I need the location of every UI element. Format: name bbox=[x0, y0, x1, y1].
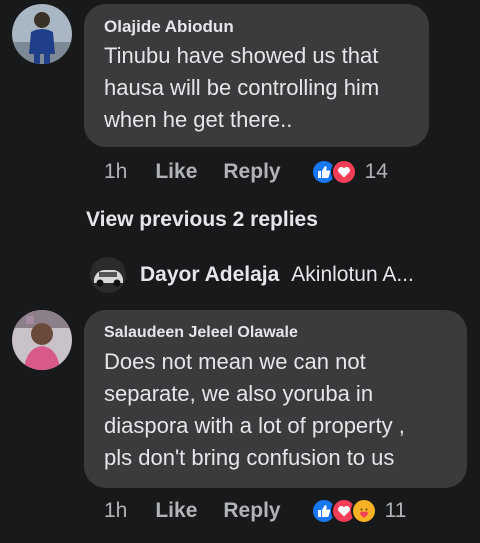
comment-timestamp[interactable]: 1h bbox=[104, 499, 127, 523]
reaction-summary[interactable] bbox=[310, 498, 377, 524]
commenter-avatar[interactable] bbox=[12, 310, 72, 370]
comment-timestamp[interactable]: 1h bbox=[104, 160, 127, 184]
comment-thread: Olajide Abiodun Tinubu have showed us th… bbox=[0, 0, 480, 543]
commenter-avatar[interactable] bbox=[12, 4, 72, 64]
reply-button[interactable]: Reply bbox=[223, 160, 280, 184]
comment-author[interactable]: Salaudeen Jeleel Olawale bbox=[104, 322, 449, 344]
reaction-count[interactable]: 14 bbox=[365, 160, 388, 184]
comment-bubble: Olajide Abiodun Tinubu have showed us th… bbox=[84, 4, 429, 147]
reply-preview[interactable]: Dayor Adelaja Akinlotun A... bbox=[90, 256, 414, 294]
comment-text: Tinubu have showed us that hausa will be… bbox=[104, 43, 380, 132]
like-button[interactable]: Like bbox=[155, 499, 197, 523]
view-previous-replies-link[interactable]: View previous 2 replies bbox=[86, 208, 318, 232]
reply-avatar[interactable] bbox=[90, 257, 126, 293]
comment-text: Does not mean we can not separate, we al… bbox=[104, 349, 405, 470]
like-button[interactable]: Like bbox=[155, 160, 197, 184]
reaction-count[interactable]: 11 bbox=[385, 499, 407, 523]
care-reaction-icon bbox=[350, 498, 377, 524]
comment-bubble: Salaudeen Jeleel Olawale Does not mean w… bbox=[84, 310, 467, 488]
comment-actions: 1h Like Reply 14 bbox=[104, 157, 388, 187]
reaction-summary[interactable] bbox=[310, 159, 357, 185]
love-reaction-icon bbox=[330, 159, 357, 185]
reply-author[interactable]: Dayor Adelaja bbox=[140, 263, 279, 287]
reply-button[interactable]: Reply bbox=[223, 499, 280, 523]
comment-actions: 1h Like Reply 11 bbox=[104, 496, 406, 526]
comment-author[interactable]: Olajide Abiodun bbox=[104, 16, 411, 38]
reply-snippet: Akinlotun A... bbox=[291, 263, 414, 286]
